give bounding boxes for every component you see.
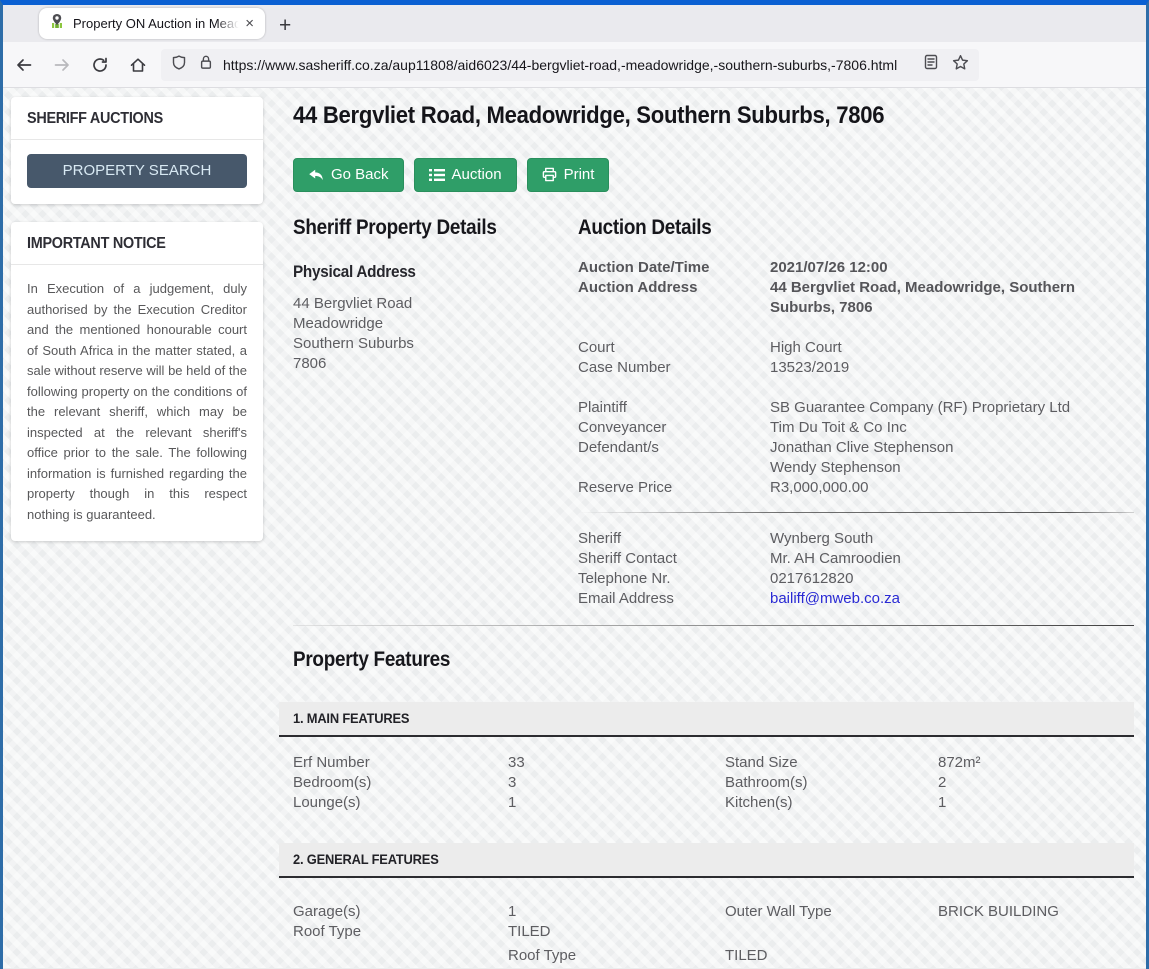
- general-features-section-header: 2. GENERAL FEATURES: [279, 843, 1134, 878]
- sidebar: SHERIFF AUCTIONS PROPERTY SEARCH IMPORTA…: [11, 97, 263, 968]
- court-row: Court High Court: [578, 338, 1134, 358]
- sheriff-auctions-title: SHERIFF AUCTIONS: [27, 110, 163, 128]
- defendant-name: Wendy Stephenson: [770, 458, 1134, 478]
- sheriff-contact-row: Sheriff Contact Mr. AH Camroodien: [578, 549, 1134, 569]
- bookmark-star-icon[interactable]: [952, 54, 969, 76]
- feature-row: Roof Type TILED: [293, 922, 1134, 942]
- reader-mode-icon[interactable]: [924, 54, 938, 75]
- address-line: 44 Bergvliet Road: [293, 294, 578, 314]
- print-button[interactable]: Print: [527, 158, 610, 192]
- divider: [293, 625, 1134, 626]
- defendant-name: Jonathan Clive Stephenson: [770, 438, 1134, 458]
- divider: [578, 512, 1134, 513]
- site-favicon-pin-icon: [49, 13, 65, 34]
- feature-row: Erf Number 33 Stand Size 872m²: [293, 753, 1134, 773]
- reload-icon[interactable]: [91, 56, 109, 74]
- reply-arrow-icon: [308, 167, 324, 182]
- tab-close-icon[interactable]: ×: [242, 14, 257, 33]
- url-bar[interactable]: https://www.sasheriff.co.za/aup11808/aid…: [161, 49, 979, 81]
- url-text[interactable]: https://www.sasheriff.co.za/aup11808/aid…: [223, 57, 914, 73]
- list-icon: [429, 168, 445, 182]
- property-search-button[interactable]: PROPERTY SEARCH: [27, 154, 247, 188]
- sheriff-auctions-card: SHERIFF AUCTIONS PROPERTY SEARCH: [11, 97, 263, 204]
- address-line: 7806: [293, 354, 578, 374]
- action-buttons: Go Back Auction: [293, 158, 1134, 192]
- lock-icon[interactable]: [199, 54, 213, 75]
- tracking-shield-icon[interactable]: [171, 54, 187, 76]
- conveyancer-row: Conveyancer Tim Du Toit & Co Inc: [578, 418, 1134, 438]
- browser-window: Property ON Auction in Meado × +: [0, 0, 1149, 969]
- feature-row: Lounge(s) 1 Kitchen(s) 1: [293, 793, 1134, 813]
- address-line: Southern Suburbs: [293, 334, 578, 354]
- property-features-heading: Property Features: [293, 648, 1050, 672]
- case-number-row: Case Number 13523/2019: [578, 358, 1134, 378]
- main-features-table: Erf Number 33 Stand Size 872m² Bedroom(s…: [293, 737, 1134, 813]
- general-features-table: Garage(s) 1 Outer Wall Type BRICK BUILDI…: [293, 878, 1134, 966]
- feature-row: Roof Type TILED: [293, 946, 1134, 966]
- email-link[interactable]: bailiff@mweb.co.za: [770, 590, 900, 607]
- physical-address-heading: Physical Address: [293, 262, 550, 282]
- auction-label: Auction: [452, 166, 502, 183]
- property-details-heading: Sheriff Property Details: [293, 216, 550, 240]
- auction-details: Auction Details Auction Date/Time 2021/0…: [578, 216, 1134, 609]
- browser-tab[interactable]: Property ON Auction in Meado ×: [39, 8, 265, 39]
- feature-row: Garage(s) 1 Outer Wall Type BRICK BUILDI…: [293, 902, 1134, 922]
- important-notice-title: IMPORTANT NOTICE: [27, 235, 166, 253]
- feature-row: Bedroom(s) 3 Bathroom(s) 2: [293, 773, 1134, 793]
- important-notice-text: In Execution of a judgement, duly author…: [27, 279, 247, 525]
- print-label: Print: [564, 166, 595, 183]
- go-back-button[interactable]: Go Back: [293, 158, 404, 192]
- defendant-row: Defendant/s Jonathan Clive Stephenson We…: [578, 438, 1134, 478]
- printer-icon: [542, 167, 557, 182]
- go-back-label: Go Back: [331, 166, 389, 183]
- sheriff-row: Sheriff Wynberg South: [578, 529, 1134, 549]
- address-line: Meadowridge: [293, 314, 578, 334]
- email-row: Email Address bailiff@mweb.co.za: [578, 589, 1134, 609]
- auction-details-heading: Auction Details: [578, 216, 1078, 240]
- telephone-row: Telephone Nr. 0217612820: [578, 569, 1134, 589]
- auction-button[interactable]: Auction: [414, 158, 517, 192]
- new-tab-button[interactable]: +: [279, 15, 291, 36]
- page-title: 44 Bergvliet Road, Meadowridge, Southern…: [293, 102, 1067, 130]
- important-notice-card: IMPORTANT NOTICE In Execution of a judge…: [11, 222, 263, 541]
- auction-date-row: Auction Date/Time 2021/07/26 12:00: [578, 258, 1134, 278]
- back-icon[interactable]: [15, 56, 33, 74]
- sheriff-property-details: Sheriff Property Details Physical Addres…: [293, 216, 578, 609]
- main-features-section-header: 1. MAIN FEATURES: [279, 702, 1134, 737]
- forward-icon[interactable]: [53, 56, 71, 74]
- auction-address-row: Auction Address 44 Bergvliet Road, Meado…: [578, 278, 1134, 318]
- reserve-price-row: Reserve Price R3,000,000.00: [578, 478, 1134, 498]
- home-icon[interactable]: [129, 56, 147, 74]
- main-content: 44 Bergvliet Road, Meadowridge, Southern…: [293, 97, 1136, 968]
- page-content: SHERIFF AUCTIONS PROPERTY SEARCH IMPORTA…: [3, 88, 1146, 968]
- tab-bar: Property ON Auction in Meado × +: [3, 5, 1146, 42]
- plaintiff-row: Plaintiff SB Guarantee Company (RF) Prop…: [578, 398, 1134, 418]
- navigation-toolbar: https://www.sasheriff.co.za/aup11808/aid…: [3, 42, 1146, 88]
- tab-title: Property ON Auction in Meado: [73, 16, 242, 31]
